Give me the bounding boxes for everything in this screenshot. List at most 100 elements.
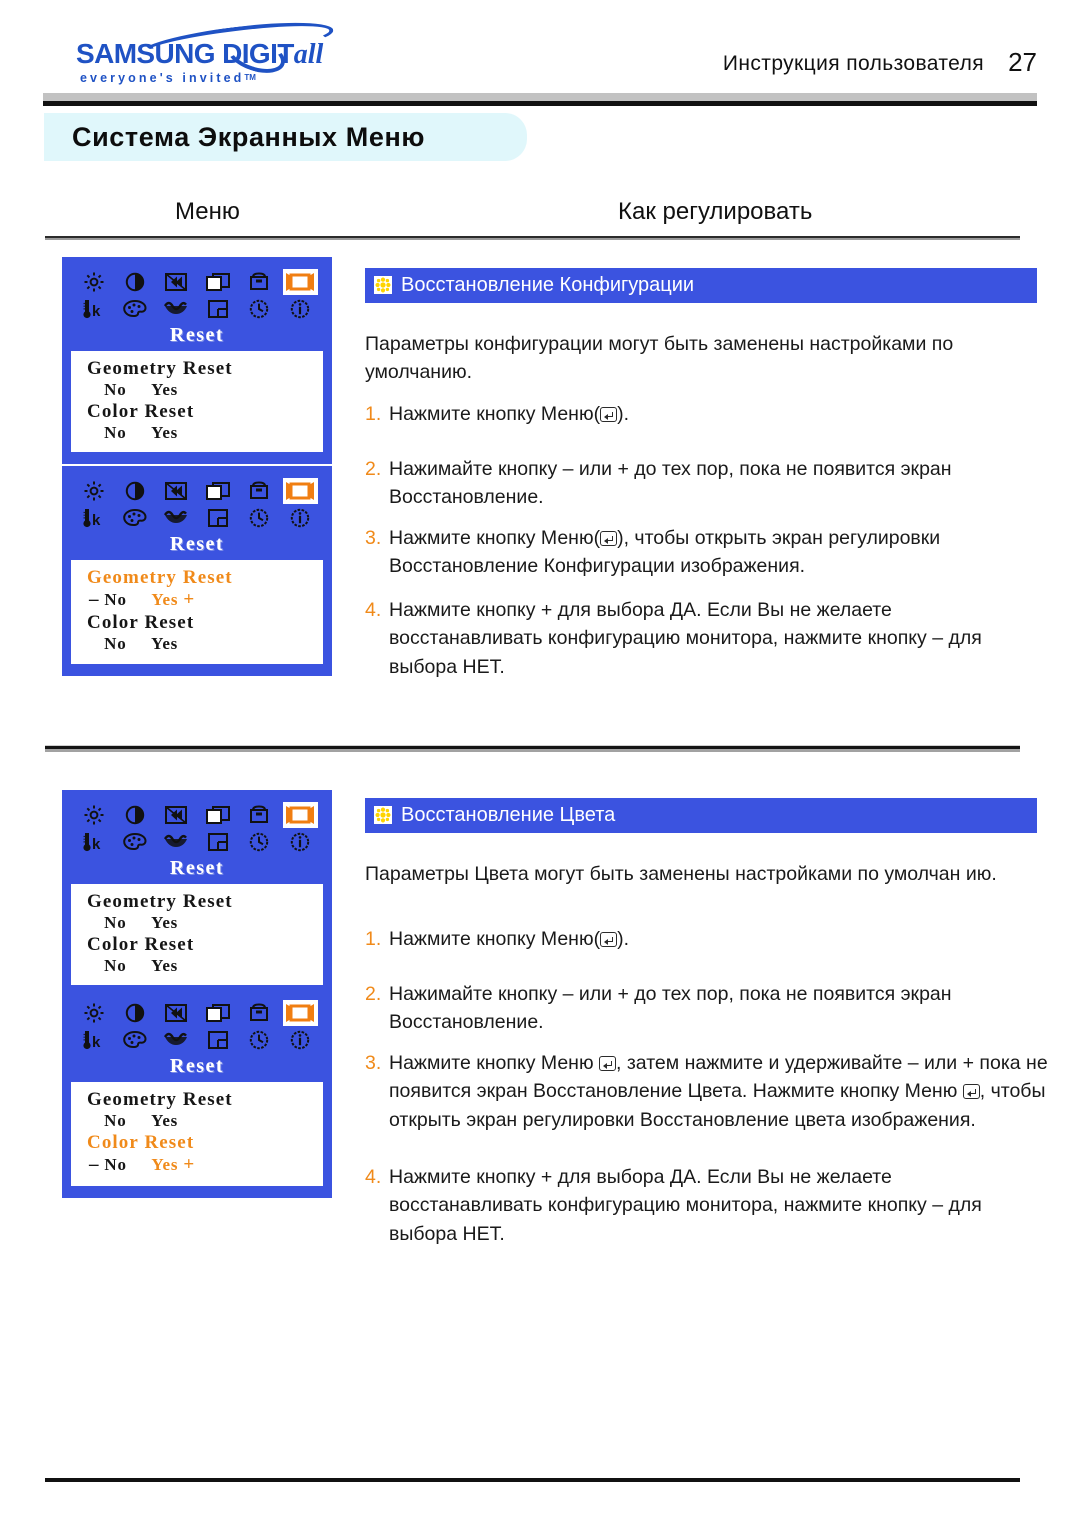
osd-panel-reset-2: k Reset Geometry Reset No Yes Color Reset N… bbox=[62, 790, 332, 998]
clock-icon[interactable] bbox=[244, 505, 274, 531]
osd-options-geometry[interactable]: – No Yes + bbox=[71, 588, 323, 612]
minus-sign: – bbox=[89, 589, 100, 611]
pincushion-icon[interactable] bbox=[244, 1000, 274, 1026]
column-header-howto: Как регулировать bbox=[618, 198, 813, 225]
yes-option[interactable]: Yes bbox=[151, 590, 178, 609]
step-number: 4. bbox=[365, 599, 382, 621]
flower-bullet-icon bbox=[374, 276, 392, 294]
logo-wordmark: SAMSUNG DIGITall bbox=[76, 38, 323, 71]
clock-icon[interactable] bbox=[244, 829, 274, 855]
rotation-icon[interactable] bbox=[161, 829, 191, 855]
contrast-icon[interactable] bbox=[120, 1000, 150, 1026]
osd-options-geometry[interactable]: No Yes bbox=[71, 912, 323, 933]
osd-label-color-reset[interactable]: Color Reset bbox=[71, 934, 323, 955]
osd-label-geometry-reset[interactable]: Geometry Reset bbox=[71, 358, 323, 379]
section-heading-configuration-reset: Восстановление Конфигурации bbox=[365, 268, 1037, 303]
osd-panel-color-reset-selected: k Reset Geometry Reset No Yes Color Reset – … bbox=[62, 988, 332, 1198]
h-position-icon[interactable] bbox=[161, 1000, 191, 1026]
step-number: 4. bbox=[365, 1166, 382, 1188]
osd-label-color-reset[interactable]: Color Reset bbox=[71, 401, 323, 422]
osd-label-color-reset[interactable]: Color Reset bbox=[71, 1132, 323, 1153]
color-temp-icon[interactable]: k bbox=[79, 1027, 109, 1053]
contrast-icon[interactable] bbox=[120, 478, 150, 504]
reset-icon[interactable] bbox=[282, 268, 318, 295]
step-text: Нажмите кнопку + для выбора ДА. Если Вы … bbox=[389, 599, 982, 678]
osd-label-geometry-reset[interactable]: Geometry Reset bbox=[71, 891, 323, 912]
clock-icon[interactable] bbox=[244, 1027, 274, 1053]
h-position-icon[interactable] bbox=[161, 269, 191, 295]
color-temp-icon[interactable]: k bbox=[79, 296, 109, 322]
step-item: 3. Нажмите кнопку Меню , затем нажмите и … bbox=[365, 1049, 1065, 1134]
page-title: Система Экранных Меню bbox=[72, 122, 426, 152]
v-position-icon[interactable] bbox=[203, 1027, 233, 1053]
pincushion-icon[interactable] bbox=[244, 478, 274, 504]
step-item: 3. Нажмите кнопку Меню(), чтобы открыть э… bbox=[365, 524, 1065, 581]
h-size-icon[interactable] bbox=[203, 1000, 233, 1026]
reset-icon[interactable] bbox=[282, 801, 318, 828]
svg-text:k: k bbox=[92, 512, 101, 529]
brightness-icon[interactable] bbox=[79, 802, 109, 828]
v-position-icon[interactable] bbox=[203, 296, 233, 322]
brightness-icon[interactable] bbox=[79, 1000, 109, 1026]
osd-options-color[interactable]: No Yes bbox=[71, 955, 323, 976]
step-text: Нажмите кнопку + для выбора ДА. Если Вы … bbox=[389, 1166, 982, 1245]
color-control-icon[interactable] bbox=[120, 829, 150, 855]
osd-title: Reset bbox=[169, 324, 225, 346]
h-size-icon[interactable] bbox=[203, 269, 233, 295]
v-position-icon[interactable] bbox=[203, 505, 233, 531]
pincushion-icon[interactable] bbox=[244, 269, 274, 295]
pincushion-icon[interactable] bbox=[244, 802, 274, 828]
osd-body: Geometry Reset No Yes Color Reset No Yes bbox=[71, 884, 323, 986]
osd-options-geometry[interactable]: No Yes bbox=[71, 1110, 323, 1131]
rotation-icon[interactable] bbox=[161, 1027, 191, 1053]
step-item: 4. Нажмите кнопку + для выбора ДА. Если В… bbox=[365, 596, 1065, 681]
color-temp-icon[interactable]: k bbox=[79, 829, 109, 855]
svg-text:k: k bbox=[92, 303, 101, 320]
h-position-icon[interactable] bbox=[161, 802, 191, 828]
color-temp-icon[interactable]: k bbox=[79, 505, 109, 531]
osd-options-color[interactable]: No Yes bbox=[71, 633, 323, 654]
brightness-icon[interactable] bbox=[79, 269, 109, 295]
brightness-icon[interactable] bbox=[79, 478, 109, 504]
v-position-icon[interactable] bbox=[203, 829, 233, 855]
page-title-banner: Система Экранных Меню bbox=[44, 113, 527, 161]
samsung-logo: SAMSUNG DIGITall everyone's invitedTM bbox=[76, 15, 346, 85]
reset-icon[interactable] bbox=[282, 999, 318, 1026]
color-control-icon[interactable] bbox=[120, 296, 150, 322]
minus-sign: – bbox=[89, 1153, 100, 1175]
reset-icon[interactable] bbox=[282, 477, 318, 504]
logo-tagline: everyone's invitedTM bbox=[80, 71, 256, 85]
information-icon[interactable] bbox=[285, 1027, 315, 1053]
osd-label-geometry-reset[interactable]: Geometry Reset bbox=[71, 567, 323, 588]
yes-option[interactable]: Yes bbox=[151, 1155, 178, 1174]
osd-options-geometry[interactable]: No Yes bbox=[71, 379, 323, 400]
osd-body: Geometry Reset No Yes Color Reset No Yes bbox=[71, 351, 323, 453]
osd-options-color[interactable]: – No Yes + bbox=[71, 1153, 323, 1177]
information-icon[interactable] bbox=[285, 829, 315, 855]
header-rule-black bbox=[43, 101, 1037, 106]
step-text: Нажмите кнопку Меню , затем нажмите и уд… bbox=[389, 1052, 1048, 1131]
h-size-icon[interactable] bbox=[203, 478, 233, 504]
information-icon[interactable] bbox=[285, 505, 315, 531]
color-control-icon[interactable] bbox=[120, 1027, 150, 1053]
logo-wordmark-main: SAMSUNG DIGIT bbox=[76, 38, 294, 69]
contrast-icon[interactable] bbox=[120, 269, 150, 295]
information-icon[interactable] bbox=[285, 296, 315, 322]
osd-label-geometry-reset[interactable]: Geometry Reset bbox=[71, 1089, 323, 1110]
plus-sign: + bbox=[183, 1153, 196, 1175]
clock-icon[interactable] bbox=[244, 296, 274, 322]
h-position-icon[interactable] bbox=[161, 478, 191, 504]
rotation-icon[interactable] bbox=[161, 505, 191, 531]
osd-title: Reset bbox=[169, 1055, 225, 1077]
osd-options-color[interactable]: No Yes bbox=[71, 422, 323, 443]
osd-panel-reset: k Reset Geometry Reset No Yes Color Reset N… bbox=[62, 257, 332, 465]
step-item: 4. Нажмите кнопку + для выбора ДА. Если В… bbox=[365, 1163, 1065, 1248]
osd-label-color-reset[interactable]: Color Reset bbox=[71, 612, 323, 633]
color-control-icon[interactable] bbox=[120, 505, 150, 531]
rotation-icon[interactable] bbox=[161, 296, 191, 322]
flower-bullet-icon bbox=[374, 806, 392, 824]
contrast-icon[interactable] bbox=[120, 802, 150, 828]
step-text: Нажимайте кнопку – или + до тех пор, пок… bbox=[389, 458, 952, 509]
h-size-icon[interactable] bbox=[203, 802, 233, 828]
osd-icon-row: k bbox=[73, 268, 321, 322]
